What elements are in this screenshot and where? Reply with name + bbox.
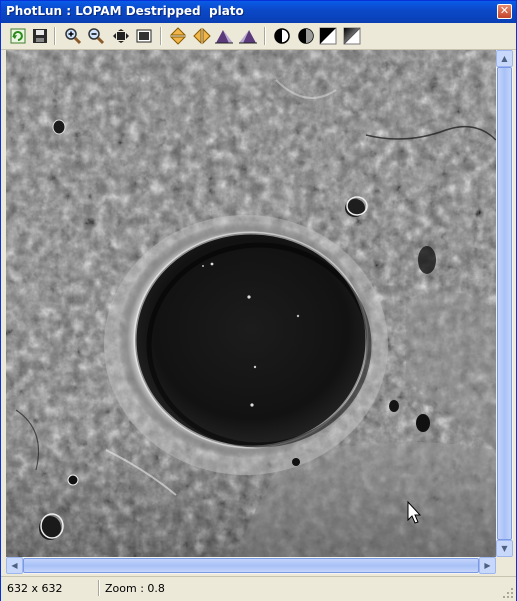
arrow-up-icon: ▲	[501, 54, 508, 63]
scrollbar-corner	[496, 557, 513, 574]
contrast-button[interactable]	[272, 26, 292, 46]
window-title: PhotLun : LOPAM Destripped plato	[6, 4, 244, 18]
toolbar-separator	[160, 27, 161, 45]
actual-size-icon	[136, 29, 152, 43]
shadow-right-icon	[239, 30, 257, 44]
contrast-icon	[274, 28, 290, 44]
shadow-left-button[interactable]	[214, 26, 234, 46]
flip-horizontal-icon	[193, 27, 211, 45]
vertical-scrollbar[interactable]: ▲ ▼	[496, 50, 513, 557]
invert-button[interactable]	[318, 26, 338, 46]
shadow-left-icon	[215, 30, 233, 44]
scroll-right-button[interactable]: ▶	[479, 557, 496, 574]
app-window: PhotLun : LOPAM Destripped plato ✕ ▲ ▼ ◀…	[0, 0, 517, 601]
flip-vertical-icon	[169, 27, 187, 45]
horizontal-scroll-thumb[interactable]	[23, 558, 479, 573]
scroll-left-button[interactable]: ◀	[6, 557, 23, 574]
toolbar-separator	[54, 27, 55, 45]
scroll-down-button[interactable]: ▼	[496, 540, 513, 557]
resize-grip-icon[interactable]	[502, 587, 514, 599]
close-button[interactable]: ✕	[497, 4, 512, 19]
arrow-down-icon: ▼	[501, 544, 508, 553]
flip-vertical-button[interactable]	[168, 26, 188, 46]
horizontal-scrollbar[interactable]: ◀ ▶	[6, 557, 496, 574]
zoom-out-button[interactable]	[86, 26, 106, 46]
zoom-out-icon	[88, 28, 105, 45]
scroll-up-button[interactable]: ▲	[496, 50, 513, 67]
gradient-button[interactable]	[342, 26, 362, 46]
zoom-in-button[interactable]	[63, 26, 83, 46]
gradient-icon	[343, 27, 361, 45]
status-divider	[98, 580, 99, 596]
title-bar[interactable]: PhotLun : LOPAM Destripped plato ✕	[1, 1, 516, 23]
toolbar	[1, 23, 516, 50]
arrow-right-icon: ▶	[484, 561, 491, 570]
lunar-crater-image	[6, 50, 496, 557]
fit-window-button[interactable]	[111, 26, 131, 46]
arrow-left-icon: ◀	[11, 561, 18, 570]
actual-size-button[interactable]	[134, 26, 154, 46]
save-icon	[33, 29, 47, 43]
refresh-button[interactable]	[8, 26, 28, 46]
image-size-label: 632 x 632	[7, 582, 63, 595]
status-bar: 632 x 632 Zoom : 0.8	[1, 576, 516, 601]
flip-horizontal-button[interactable]	[192, 26, 212, 46]
invert-icon	[319, 27, 337, 45]
half-contrast-button[interactable]	[296, 26, 316, 46]
shadow-right-button[interactable]	[238, 26, 258, 46]
save-button[interactable]	[30, 26, 50, 46]
zoom-label: Zoom : 0.8	[105, 582, 165, 595]
fit-window-icon	[113, 29, 129, 43]
toolbar-separator	[264, 27, 265, 45]
zoom-in-icon	[65, 28, 82, 45]
refresh-icon	[10, 28, 26, 44]
half-contrast-icon	[298, 28, 314, 44]
image-viewport[interactable]	[6, 50, 496, 557]
vertical-scroll-thumb[interactable]	[497, 67, 512, 540]
